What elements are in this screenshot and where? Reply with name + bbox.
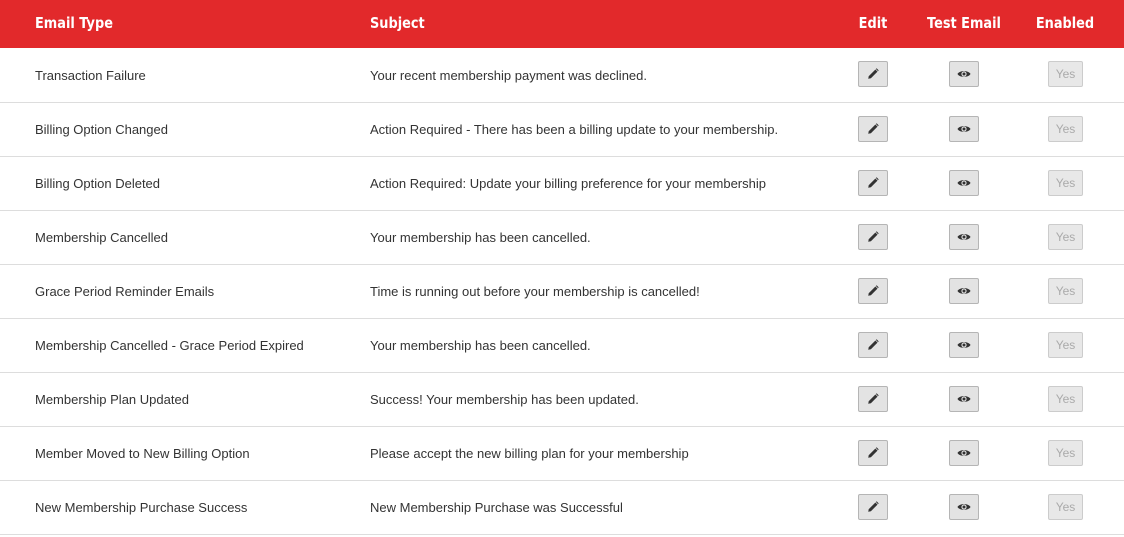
column-header-email-type[interactable]: Email Type — [35, 0, 113, 46]
subject-cell: Your membership has been cancelled. — [370, 230, 591, 245]
table-header: Email Type Subject Edit Test Email Enabl… — [0, 0, 1124, 48]
email-type-cell: Membership Cancelled - Grace Period Expi… — [35, 338, 304, 353]
enabled-toggle[interactable]: Yes — [1048, 385, 1083, 412]
pencil-icon — [867, 284, 879, 297]
subject-cell: Success! Your membership has been update… — [370, 392, 639, 407]
email-type-cell: Grace Period Reminder Emails — [35, 284, 215, 299]
pencil-icon — [867, 392, 879, 405]
email-type-cell: Billing Option Deleted — [35, 176, 161, 191]
pencil-icon — [867, 122, 879, 135]
enabled-toggle[interactable]: Yes — [1048, 223, 1083, 250]
enabled-toggle[interactable]: Yes — [1048, 61, 1083, 87]
email-type-cell: New Membership Purchase Success — [35, 500, 248, 515]
test-email-button[interactable] — [949, 61, 979, 87]
eye-icon — [957, 178, 971, 188]
table-row: Transaction Failure Your recent membersh… — [0, 48, 1124, 103]
subject-cell: Your recent membership payment was decli… — [370, 67, 647, 83]
table-row: Grace Period Reminder Emails Time is run… — [0, 265, 1124, 319]
test-email-button[interactable] — [949, 439, 979, 466]
pencil-icon — [867, 176, 879, 189]
eye-icon — [957, 232, 971, 242]
test-email-button[interactable] — [949, 169, 979, 196]
eye-icon — [957, 340, 971, 350]
pencil-icon — [867, 338, 879, 351]
eye-icon — [957, 448, 971, 458]
table-row: New Membership Purchase Success New Memb… — [0, 481, 1124, 535]
enabled-toggle[interactable]: Yes — [1048, 331, 1083, 358]
pencil-icon — [867, 68, 879, 80]
column-header-subject[interactable]: Subject — [370, 0, 425, 46]
email-types-table: Email Type Subject Edit Test Email Enabl… — [0, 0, 1124, 537]
subject-cell: Action Required - There has been a billi… — [370, 122, 779, 137]
edit-button[interactable] — [858, 223, 888, 250]
table-row: Membership Cancelled - Grace Period Expi… — [0, 319, 1124, 373]
table-body: Transaction Failure Your recent membersh… — [0, 48, 1124, 535]
table-row: Membership Plan Updated Success! Your me… — [0, 373, 1124, 427]
edit-button[interactable] — [858, 439, 888, 466]
enabled-toggle[interactable]: Yes — [1048, 493, 1083, 520]
edit-button[interactable] — [858, 385, 888, 412]
edit-button[interactable] — [858, 331, 888, 358]
table-row: Member Moved to New Billing Option Pleas… — [0, 427, 1124, 481]
table-row: Billing Option Changed Action Required -… — [0, 103, 1124, 157]
edit-button[interactable] — [858, 169, 888, 196]
subject-cell: New Membership Purchase was Successful — [370, 500, 623, 515]
enabled-toggle[interactable]: Yes — [1048, 169, 1083, 196]
pencil-icon — [867, 500, 879, 513]
eye-icon — [957, 502, 971, 512]
column-header-enabled[interactable]: Enabled — [1031, 0, 1100, 46]
test-email-button[interactable] — [949, 277, 979, 304]
edit-button[interactable] — [858, 115, 888, 142]
pencil-icon — [867, 230, 879, 243]
enabled-toggle[interactable]: Yes — [1048, 439, 1083, 466]
subject-cell: Your membership has been cancelled. — [370, 338, 591, 353]
test-email-button[interactable] — [949, 331, 979, 358]
table-row: Membership Cancelled Your membership has… — [0, 211, 1124, 265]
test-email-button[interactable] — [949, 115, 979, 142]
edit-button[interactable] — [858, 61, 888, 87]
subject-cell: Time is running out before your membersh… — [370, 284, 700, 299]
email-type-cell: Billing Option Changed — [35, 122, 168, 137]
email-type-cell: Member Moved to New Billing Option — [35, 446, 250, 461]
test-email-button[interactable] — [949, 493, 979, 520]
column-header-edit[interactable]: Edit — [847, 0, 899, 46]
email-type-cell: Membership Cancelled — [35, 230, 168, 245]
subject-cell: Please accept the new billing plan for y… — [370, 446, 689, 461]
edit-button[interactable] — [858, 277, 888, 304]
edit-button[interactable] — [858, 493, 888, 520]
eye-icon — [957, 286, 971, 296]
subject-cell: Action Required: Update your billing pre… — [370, 176, 766, 191]
test-email-button[interactable] — [949, 223, 979, 250]
test-email-button[interactable] — [949, 385, 979, 412]
column-header-test-email[interactable]: Test Email — [921, 0, 1007, 46]
email-type-cell: Transaction Failure — [35, 67, 146, 83]
enabled-toggle[interactable]: Yes — [1048, 277, 1083, 304]
enabled-toggle[interactable]: Yes — [1048, 115, 1083, 142]
pencil-icon — [867, 446, 879, 459]
eye-icon — [957, 394, 971, 404]
eye-icon — [957, 69, 971, 79]
eye-icon — [957, 124, 971, 134]
table-row: Billing Option Deleted Action Required: … — [0, 157, 1124, 211]
email-type-cell: Membership Plan Updated — [35, 392, 189, 407]
